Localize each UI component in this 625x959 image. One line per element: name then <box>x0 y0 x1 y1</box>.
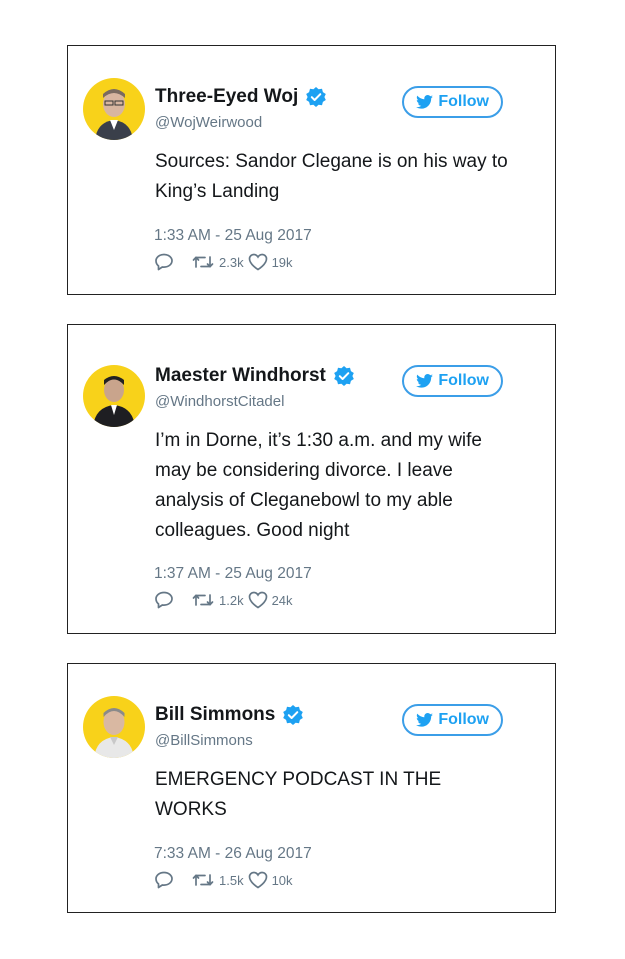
like-count: 10k <box>271 872 293 888</box>
tweet-actions: 2.3k 19k <box>154 253 293 271</box>
display-name-text[interactable]: Three-Eyed Woj <box>155 86 298 108</box>
timestamp[interactable]: 1:37 AM - 25 Aug 2017 <box>154 565 312 583</box>
timestamp[interactable]: 1:33 AM - 25 Aug 2017 <box>154 227 312 245</box>
display-name[interactable]: Three-Eyed Woj <box>155 86 327 108</box>
reply-icon[interactable] <box>154 871 174 889</box>
follow-label: Follow <box>438 372 489 389</box>
tweet-actions: 1.2k 24k <box>154 591 293 609</box>
reply-icon[interactable] <box>154 253 174 271</box>
tweet-text: Sources: Sandor Clegane is on his way to… <box>155 151 508 202</box>
handle[interactable]: @WojWeirwood <box>155 114 262 131</box>
display-name-text[interactable]: Bill Simmons <box>155 704 275 726</box>
twitter-bird-icon <box>416 713 434 727</box>
tweet-text: I’m in Dorne, it’s 1:30 a.m. and my wife… <box>155 430 482 541</box>
verified-badge-icon <box>334 366 354 386</box>
tweet-card: Three-Eyed Woj @WojWeirwood Follow Sourc… <box>67 45 556 295</box>
retweet-icon[interactable] <box>192 592 214 608</box>
heart-icon[interactable] <box>248 591 268 609</box>
like-count: 19k <box>271 254 293 270</box>
retweet-icon[interactable] <box>192 872 214 888</box>
display-name-text[interactable]: Maester Windhorst <box>155 365 326 387</box>
follow-button[interactable]: Follow <box>402 86 503 118</box>
follow-button[interactable]: Follow <box>402 365 503 397</box>
retweet-count: 1.5k <box>219 872 244 888</box>
retweet-icon[interactable] <box>192 254 214 270</box>
avatar[interactable] <box>83 365 145 427</box>
follow-button[interactable]: Follow <box>402 704 503 736</box>
avatar[interactable] <box>83 696 145 758</box>
avatar[interactable] <box>83 78 145 140</box>
like-count: 24k <box>271 592 293 608</box>
tweet-card: Bill Simmons @BillSimmons Follow EMERGEN… <box>67 663 556 913</box>
heart-icon[interactable] <box>248 253 268 271</box>
tweet-actions: 1.5k 10k <box>154 871 293 889</box>
twitter-bird-icon <box>416 374 434 388</box>
retweet-count: 2.3k <box>219 254 244 270</box>
display-name[interactable]: Bill Simmons <box>155 704 304 726</box>
retweet-count: 1.2k <box>219 592 244 608</box>
timestamp[interactable]: 7:33 AM - 26 Aug 2017 <box>154 845 312 863</box>
twitter-bird-icon <box>416 95 434 109</box>
follow-label: Follow <box>438 93 489 110</box>
handle[interactable]: @BillSimmons <box>155 732 253 749</box>
display-name[interactable]: Maester Windhorst <box>155 365 354 387</box>
verified-badge-icon <box>306 87 327 107</box>
heart-icon[interactable] <box>248 871 268 889</box>
reply-icon[interactable] <box>154 591 174 609</box>
tweet-text: EMERGENCY PODCAST IN THE WORKS <box>155 769 442 820</box>
follow-label: Follow <box>438 711 489 728</box>
tweet-card: Maester Windhorst @WindhorstCitadel Foll… <box>67 324 556 634</box>
verified-badge-icon <box>283 705 304 725</box>
handle[interactable]: @WindhorstCitadel <box>155 393 284 410</box>
